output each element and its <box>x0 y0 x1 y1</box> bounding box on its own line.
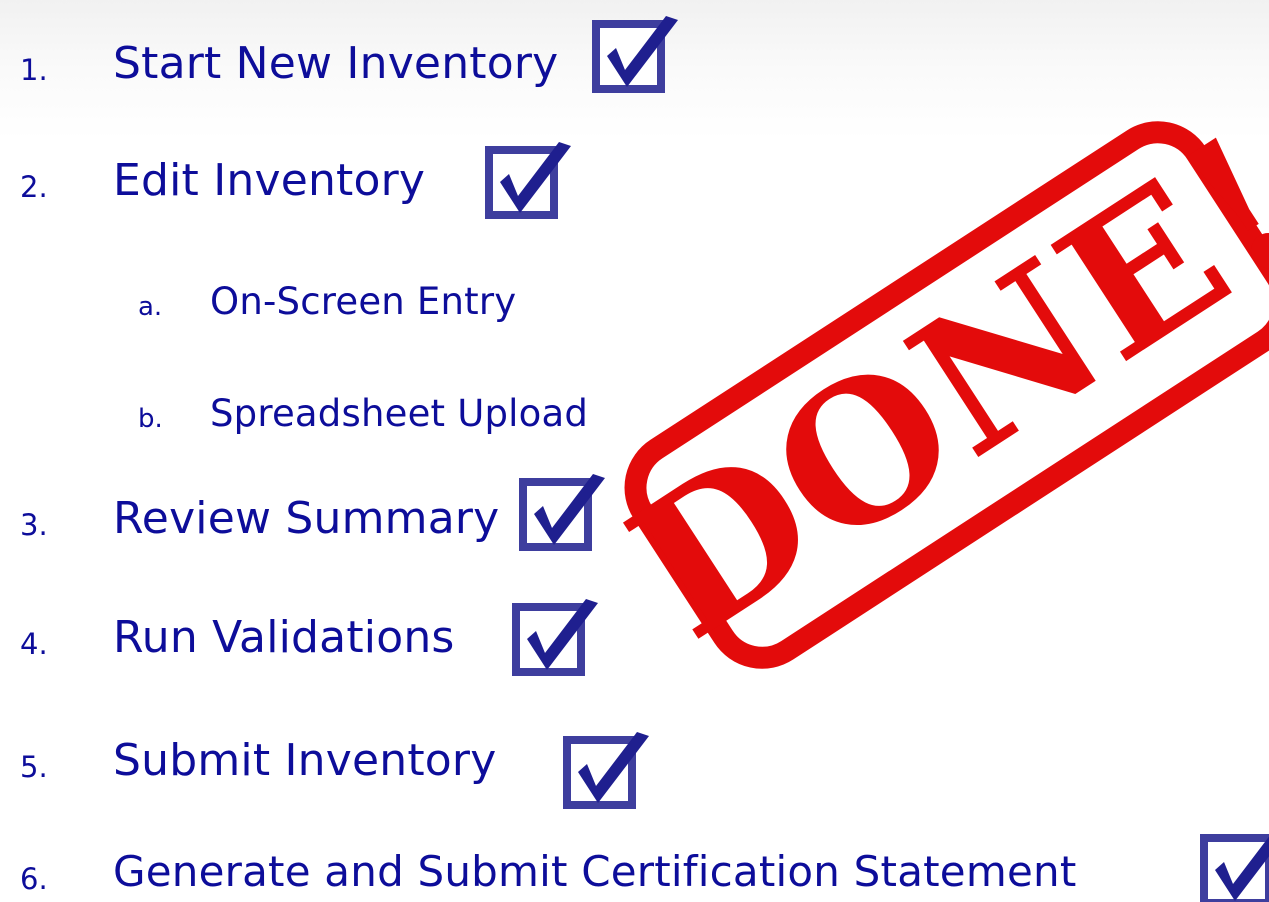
item-number: 5. <box>20 750 48 784</box>
checked-checkbox-icon <box>563 732 649 809</box>
item-label: Edit Inventory <box>113 155 426 206</box>
stamp-text: DONE! <box>594 90 1269 681</box>
item-letter: a. <box>138 292 163 322</box>
item-label: Submit Inventory <box>113 735 497 786</box>
checked-checkbox-icon <box>512 599 598 676</box>
checked-checkbox-icon <box>592 16 678 93</box>
done-stamp-icon: DONE! <box>594 90 1269 681</box>
item-label: Spreadsheet Upload <box>210 392 589 435</box>
checked-checkbox-icon <box>1200 834 1269 902</box>
checked-checkbox-icon <box>485 142 571 219</box>
item-number: 6. <box>20 862 48 896</box>
item-letter: b. <box>138 404 163 434</box>
item-number: 4. <box>20 627 48 661</box>
item-label: Run Validations <box>113 612 455 663</box>
item-number: 3. <box>20 508 48 542</box>
item-number: 2. <box>20 170 48 204</box>
item-label: Start New Inventory <box>113 38 559 89</box>
checked-checkbox-icon <box>519 474 605 551</box>
item-label: On-Screen Entry <box>210 280 517 323</box>
item-label: Review Summary <box>113 493 500 544</box>
item-number: 1. <box>20 53 48 87</box>
item-label: Generate and Submit Certification Statem… <box>113 847 1077 896</box>
